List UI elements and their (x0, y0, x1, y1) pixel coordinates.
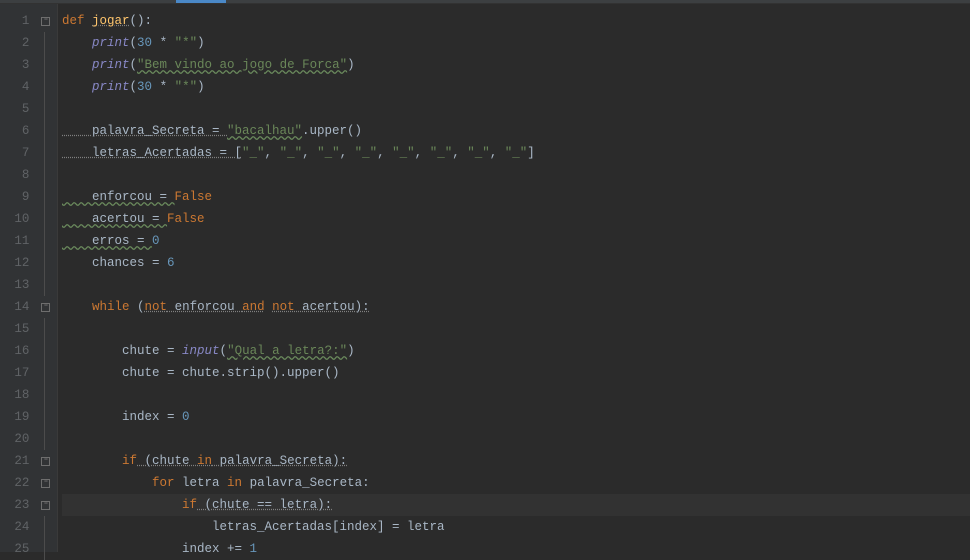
fold-guide (37, 516, 57, 538)
fold-toggle-icon[interactable] (37, 450, 57, 472)
code-line[interactable]: while (not enforcou and not acertou): (62, 296, 970, 318)
code-line[interactable] (62, 274, 970, 296)
code-line[interactable]: index = 0 (62, 406, 970, 428)
fold-guide (37, 384, 57, 406)
fold-guide (37, 208, 57, 230)
code-line[interactable] (62, 384, 970, 406)
line-number[interactable]: 16 (0, 340, 37, 362)
fold-guide (37, 538, 57, 560)
fold-guide (37, 32, 57, 54)
code-line[interactable]: index += 1 (62, 538, 970, 560)
line-number[interactable]: 23 (0, 494, 37, 516)
line-number[interactable]: 4 (0, 76, 37, 98)
fold-guide (37, 274, 57, 296)
line-number[interactable]: 25 (0, 538, 37, 560)
fold-guide (37, 252, 57, 274)
fold-guide (37, 362, 57, 384)
gutter: 1 2 3 4 5 6 7 8 9 10 11 12 13 14 15 16 1… (0, 4, 58, 552)
code-line[interactable]: letras_Acertadas = ["_", "_", "_", "_", … (62, 142, 970, 164)
fold-guide (37, 142, 57, 164)
line-number[interactable]: 10 (0, 208, 37, 230)
code-line[interactable]: chute = chute.strip().upper() (62, 362, 970, 384)
line-number[interactable]: 3 (0, 54, 37, 76)
active-tab-indicator (176, 0, 226, 3)
line-number[interactable]: 6 (0, 120, 37, 142)
code-line[interactable] (62, 318, 970, 340)
line-number[interactable]: 2 (0, 32, 37, 54)
code-line[interactable]: palavra_Secreta = "bacalhau".upper() (62, 120, 970, 142)
line-number[interactable]: 8 (0, 164, 37, 186)
line-number[interactable]: 12 (0, 252, 37, 274)
line-number[interactable]: 5 (0, 98, 37, 120)
fold-guide (37, 120, 57, 142)
line-number[interactable]: 19 (0, 406, 37, 428)
code-line[interactable] (62, 428, 970, 450)
code-editor[interactable]: 1 2 3 4 5 6 7 8 9 10 11 12 13 14 15 16 1… (0, 4, 970, 552)
code-line[interactable] (62, 98, 970, 120)
line-number[interactable]: 1 (0, 10, 37, 32)
line-number[interactable]: 22 (0, 472, 37, 494)
fold-guide (37, 318, 57, 340)
code-line[interactable]: enforcou = False (62, 186, 970, 208)
fold-toggle-icon[interactable] (37, 296, 57, 318)
code-line[interactable] (62, 164, 970, 186)
code-line[interactable]: print(30 * "*") (62, 32, 970, 54)
code-line[interactable]: print(30 * "*") (62, 76, 970, 98)
line-number[interactable]: 21 (0, 450, 37, 472)
line-number[interactable]: 13 (0, 274, 37, 296)
code-line[interactable]: if (chute in palavra_Secreta): (62, 450, 970, 472)
line-number[interactable]: 7 (0, 142, 37, 164)
line-numbers-column: 1 2 3 4 5 6 7 8 9 10 11 12 13 14 15 16 1… (0, 10, 37, 552)
line-number[interactable]: 15 (0, 318, 37, 340)
code-line[interactable]: acertou = False (62, 208, 970, 230)
code-line[interactable]: erros = 0 (62, 230, 970, 252)
fold-guide (37, 54, 57, 76)
fold-guide (37, 164, 57, 186)
fold-toggle-icon[interactable] (37, 494, 57, 516)
fold-guide (37, 186, 57, 208)
code-line-current[interactable]: if (chute == letra): (62, 494, 970, 516)
code-area[interactable]: def jogar(): print(30 * "*") print("Bem … (58, 4, 970, 552)
fold-guide (37, 406, 57, 428)
line-number[interactable]: 9 (0, 186, 37, 208)
fold-guide (37, 230, 57, 252)
code-line[interactable]: def jogar(): (62, 10, 970, 32)
line-number[interactable]: 17 (0, 362, 37, 384)
code-line[interactable]: chute = input("Qual a letra?:") (62, 340, 970, 362)
code-line[interactable]: letras_Acertadas[index] = letra (62, 516, 970, 538)
code-line[interactable]: print("Bem vindo ao jogo de Forca") (62, 54, 970, 76)
fold-column (37, 10, 57, 552)
fold-guide (37, 98, 57, 120)
code-line[interactable]: chances = 6 (62, 252, 970, 274)
fold-toggle-icon[interactable] (37, 472, 57, 494)
line-number[interactable]: 24 (0, 516, 37, 538)
fold-guide (37, 340, 57, 362)
fold-guide (37, 76, 57, 98)
line-number[interactable]: 11 (0, 230, 37, 252)
line-number[interactable]: 20 (0, 428, 37, 450)
line-number[interactable]: 14 (0, 296, 37, 318)
code-line[interactable]: for letra in palavra_Secreta: (62, 472, 970, 494)
fold-guide (37, 428, 57, 450)
fold-toggle-icon[interactable] (37, 10, 57, 32)
line-number[interactable]: 18 (0, 384, 37, 406)
